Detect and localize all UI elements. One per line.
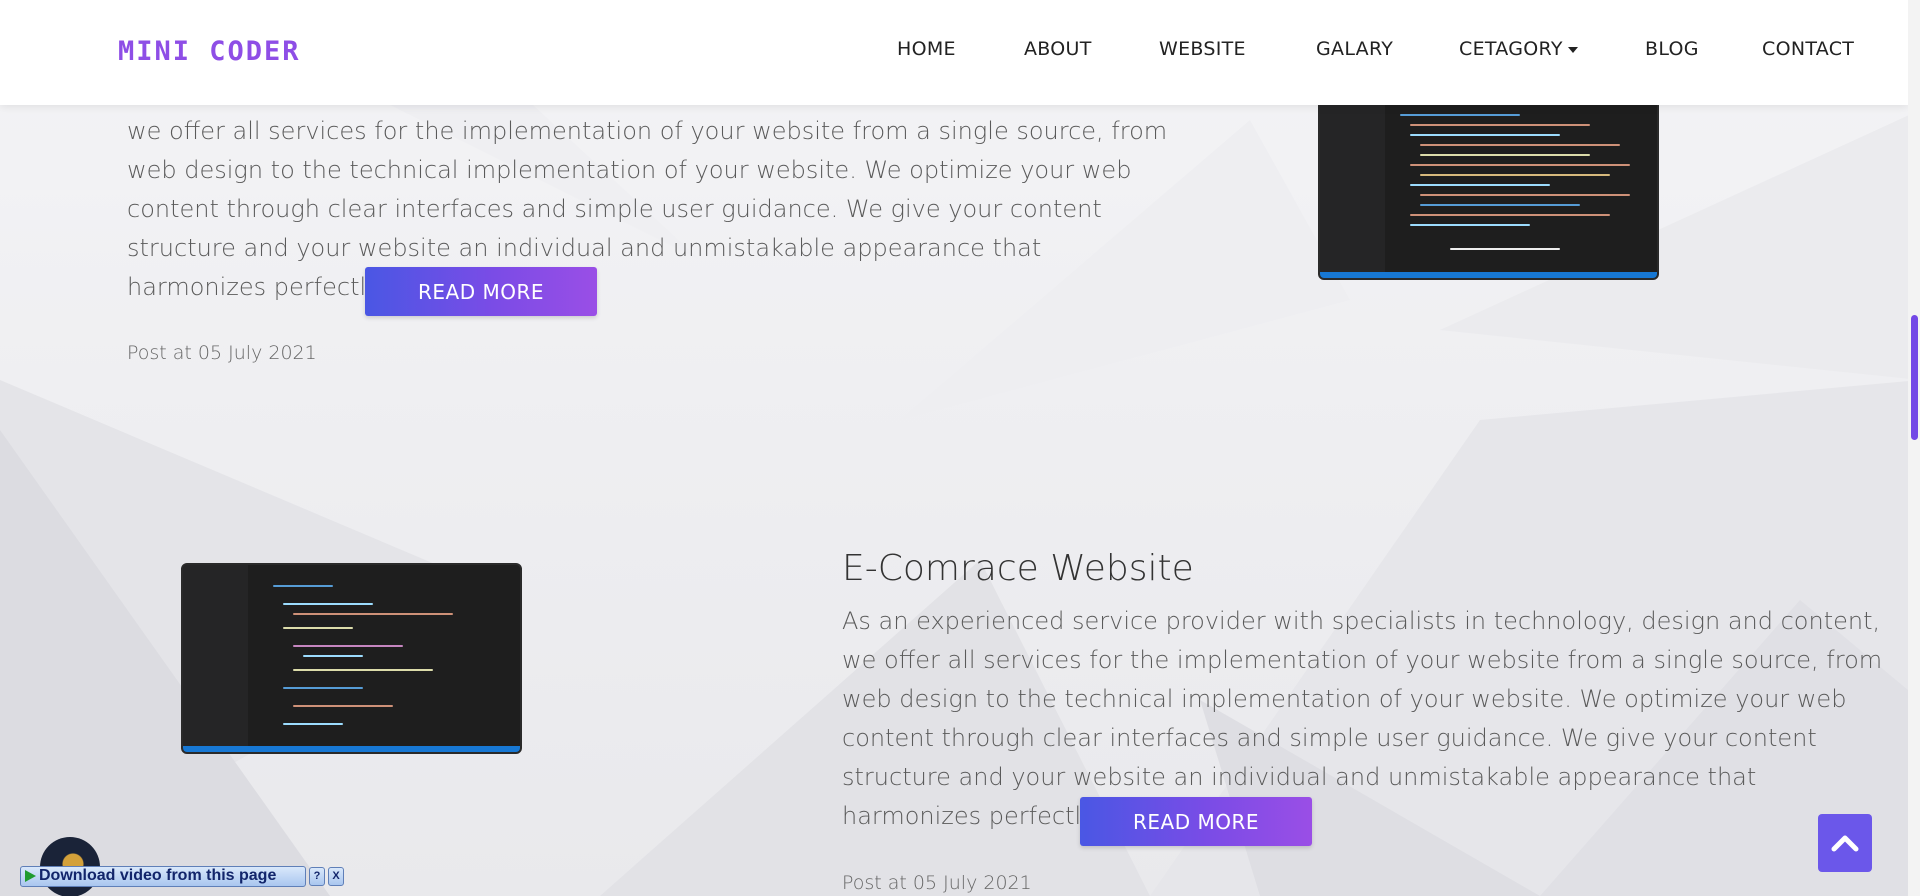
post-body-line: harmonizes perfectly.	[842, 802, 1100, 830]
download-video-label: Download video from this page	[39, 867, 277, 884]
back-to-top-button[interactable]	[1818, 814, 1872, 872]
caret-down-icon	[1567, 46, 1578, 53]
nav-cetagory[interactable]: CETAGORY	[1459, 38, 1578, 60]
download-video-bar: Download video from this page ? X	[20, 865, 345, 887]
read-more-button[interactable]: READ MORE	[365, 267, 597, 316]
post-thumbnail[interactable]	[181, 563, 522, 754]
scrollbar-thumb[interactable]	[1911, 315, 1918, 440]
site-header: MINI CODER HOME ABOUT WEBSITE GALARY CET…	[0, 0, 1908, 105]
play-icon	[25, 870, 36, 882]
nav-contact[interactable]: CONTACT	[1762, 38, 1854, 60]
post-thumbnail[interactable]	[1318, 100, 1659, 280]
nav-cetagory-label: CETAGORY	[1459, 38, 1563, 60]
nav-website[interactable]: WEBSITE	[1159, 38, 1246, 60]
post-body-line: content through clear interfaces and sim…	[127, 195, 1102, 223]
nav-about[interactable]: ABOUT	[1024, 38, 1092, 60]
post-date: Post at 05 July 2021	[842, 872, 1032, 894]
post-body-line: structure and your website an individual…	[842, 763, 1757, 791]
nav-home[interactable]: HOME	[897, 38, 956, 60]
nav-galary[interactable]: GALARY	[1316, 38, 1393, 60]
page-scrollbar[interactable]	[1908, 0, 1920, 896]
download-video-button[interactable]: Download video from this page	[20, 865, 306, 887]
post-body: we offer all services for the implementa…	[127, 112, 1167, 307]
post-body-line: we offer all services for the implementa…	[842, 646, 1883, 674]
read-more-button[interactable]: READ MORE	[1080, 797, 1312, 846]
post-body-line: web design to the technical implementati…	[127, 156, 1132, 184]
post-title[interactable]: E-Comrace Website	[842, 548, 1194, 589]
post-body-line: web design to the technical implementati…	[842, 685, 1847, 713]
post-body-line: structure and your website an individual…	[127, 234, 1042, 262]
post-body-line: harmonizes perfectly.	[127, 273, 385, 301]
chevron-up-icon	[1831, 835, 1859, 852]
post-body: As an experienced service provider with …	[842, 602, 1882, 836]
help-button[interactable]: ?	[309, 866, 325, 886]
nav-blog[interactable]: BLOG	[1645, 38, 1699, 60]
site-logo[interactable]: MINI CODER	[118, 36, 301, 67]
post-body-line: we offer all services for the implementa…	[127, 117, 1168, 145]
close-button[interactable]: X	[328, 866, 344, 886]
post-body-line: content through clear interfaces and sim…	[842, 724, 1817, 752]
post-body-line: As an experienced service provider with …	[842, 607, 1881, 635]
post-date: Post at 05 July 2021	[127, 342, 317, 364]
